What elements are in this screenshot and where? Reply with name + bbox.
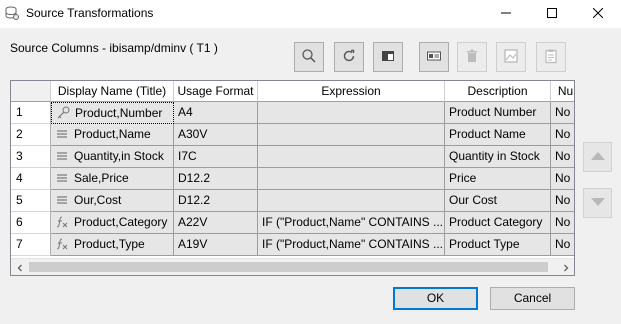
description-cell[interactable]: Quantity in Stock bbox=[445, 146, 551, 168]
minimize-button[interactable] bbox=[483, 0, 529, 28]
scrollbar-thumb[interactable] bbox=[29, 262, 548, 272]
display-name-text: Our,Cost bbox=[74, 193, 122, 207]
function-icon bbox=[55, 215, 69, 229]
chevron-right-icon bbox=[562, 261, 570, 275]
list-icon bbox=[55, 171, 69, 185]
row-number[interactable]: 6 bbox=[11, 212, 51, 234]
extra-cell[interactable]: No bbox=[551, 168, 574, 190]
format-cell[interactable]: D12.2 bbox=[174, 168, 258, 190]
list-icon bbox=[55, 127, 69, 141]
list-icon bbox=[55, 149, 69, 163]
refresh-icon bbox=[341, 48, 357, 67]
display-name-text: Product,Number bbox=[75, 106, 163, 120]
function-icon bbox=[55, 237, 69, 251]
ok-button[interactable]: OK bbox=[393, 287, 478, 310]
source-columns-label: Source Columns - ibisamp/dminv ( T1 ) bbox=[10, 41, 218, 55]
format-cell[interactable]: A30V bbox=[174, 124, 258, 146]
window-title: Source Transformations bbox=[26, 6, 154, 20]
display-name-text: Product,Name bbox=[74, 127, 151, 141]
row-number[interactable]: 2 bbox=[11, 124, 51, 146]
maximize-icon bbox=[547, 7, 557, 21]
search-icon bbox=[301, 48, 317, 67]
triangle-up-icon bbox=[590, 150, 606, 164]
row-number[interactable]: 3 bbox=[11, 146, 51, 168]
format-cell[interactable]: I7C bbox=[174, 146, 258, 168]
cancel-button[interactable]: Cancel bbox=[490, 287, 575, 310]
display-name-cell[interactable]: Sale,Price bbox=[51, 168, 174, 190]
description-cell[interactable]: Price bbox=[445, 168, 551, 190]
display-name-text: Quantity,in Stock bbox=[74, 149, 164, 163]
format-cell[interactable]: A19V bbox=[174, 234, 258, 256]
display-name-cell[interactable]: Product,Category bbox=[51, 212, 174, 234]
close-icon bbox=[592, 7, 604, 21]
maximize-button[interactable] bbox=[529, 0, 575, 28]
expression-cell[interactable]: IF ("Product,Name" CONTAINS ... bbox=[258, 212, 445, 234]
image-button[interactable] bbox=[496, 42, 526, 72]
trash-icon bbox=[464, 48, 480, 67]
format-cell[interactable]: D12.2 bbox=[174, 190, 258, 212]
display-name-cell[interactable]: Our,Cost bbox=[51, 190, 174, 212]
refresh-button[interactable] bbox=[334, 42, 364, 72]
extra-cell[interactable]: No bbox=[551, 102, 574, 124]
display-name-cell[interactable]: Quantity,in Stock bbox=[51, 146, 174, 168]
format-cell[interactable]: A4 bbox=[174, 102, 258, 124]
extra-cell[interactable]: No bbox=[551, 212, 574, 234]
extra-cell[interactable]: No bbox=[551, 234, 574, 256]
list-icon bbox=[55, 193, 69, 207]
display-name-cell[interactable]: Product,Type bbox=[51, 234, 174, 256]
scroll-right-button[interactable] bbox=[557, 259, 574, 275]
display-name-text: Product,Category bbox=[74, 215, 168, 229]
extra-cell[interactable]: No bbox=[551, 146, 574, 168]
expression-cell[interactable] bbox=[258, 124, 445, 146]
display-name-cell[interactable]: Product,Name bbox=[51, 124, 174, 146]
format-cell[interactable]: A22V bbox=[174, 212, 258, 234]
description-cell[interactable]: Product Number bbox=[445, 102, 551, 124]
expression-cell[interactable] bbox=[258, 190, 445, 212]
title-bar: Source Transformations bbox=[0, 0, 621, 28]
image-icon bbox=[503, 48, 519, 67]
description-cell[interactable]: Product Name bbox=[445, 124, 551, 146]
column-header[interactable]: Expression bbox=[258, 81, 445, 102]
expression-cell[interactable] bbox=[258, 146, 445, 168]
close-button[interactable] bbox=[575, 0, 621, 28]
expression-cell[interactable] bbox=[258, 168, 445, 190]
key-icon bbox=[56, 106, 70, 120]
triangle-down-icon bbox=[590, 196, 606, 210]
display-name-text: Product,Type bbox=[74, 237, 145, 251]
database-icon bbox=[5, 6, 19, 20]
row-number[interactable]: 7 bbox=[11, 234, 51, 256]
column-header[interactable]: Nu bbox=[551, 81, 574, 102]
display-name-cell[interactable]: Product,Number bbox=[51, 102, 174, 124]
description-cell[interactable]: Product Type bbox=[445, 234, 551, 256]
window-icon bbox=[380, 48, 396, 67]
scroll-left-button[interactable] bbox=[11, 259, 28, 275]
chevron-left-icon bbox=[16, 261, 24, 275]
move-down-button[interactable] bbox=[583, 188, 612, 218]
description-cell[interactable]: Our Cost bbox=[445, 190, 551, 212]
window-button[interactable] bbox=[373, 42, 403, 72]
row-number[interactable]: 1 bbox=[11, 102, 51, 124]
expression-cell[interactable] bbox=[258, 102, 445, 124]
card-icon bbox=[426, 48, 442, 67]
extra-cell[interactable]: No bbox=[551, 124, 574, 146]
delete-button[interactable] bbox=[457, 42, 487, 72]
card-button[interactable] bbox=[419, 42, 449, 72]
move-up-button[interactable] bbox=[583, 142, 612, 172]
column-header[interactable]: Usage Format bbox=[174, 81, 258, 102]
minimize-icon bbox=[501, 7, 511, 21]
search-button[interactable] bbox=[294, 42, 324, 72]
extra-cell[interactable]: No bbox=[551, 190, 574, 212]
column-header[interactable]: Display Name (Title) bbox=[51, 81, 174, 102]
paste-button[interactable] bbox=[536, 42, 566, 72]
horizontal-scrollbar[interactable] bbox=[11, 258, 574, 275]
row-header-corner bbox=[11, 81, 51, 102]
clipboard-icon bbox=[543, 48, 559, 67]
column-header[interactable]: Description bbox=[445, 81, 551, 102]
expression-cell[interactable]: IF ("Product,Name" CONTAINS ... bbox=[258, 234, 445, 256]
row-number[interactable]: 5 bbox=[11, 190, 51, 212]
description-cell[interactable]: Product Category bbox=[445, 212, 551, 234]
source-columns-grid[interactable]: Display Name (Title) Usage Format Expressi… bbox=[10, 80, 575, 276]
display-name-text: Sale,Price bbox=[74, 171, 129, 185]
row-number[interactable]: 4 bbox=[11, 168, 51, 190]
